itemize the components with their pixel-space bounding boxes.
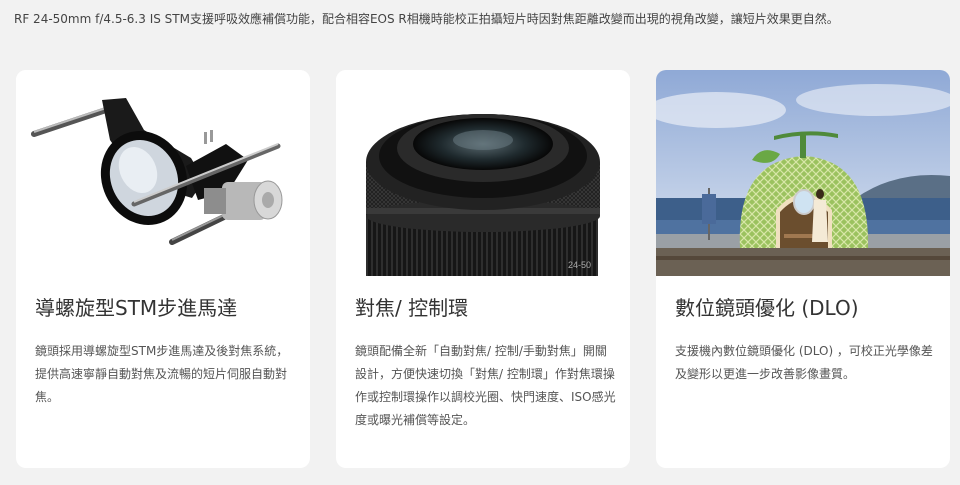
card-title: 導螺旋型STM步進馬達	[35, 296, 238, 320]
card-body: 鏡頭配備全新「自動對焦/ 控制/手動對焦」開關設計，方便快速切換「對焦/ 控制環…	[355, 344, 616, 427]
melon-bus-stop-photo	[656, 70, 950, 276]
card-body: 支援機內數位鏡頭優化 (DLO) ，可校正光學像差及變形以更進一步改善影像畫質。	[675, 344, 933, 381]
card-body: 鏡頭採用導螺旋型STM步進馬達及後對焦系統，提供高速寧靜自動對焦及流暢的短片伺服…	[35, 344, 289, 404]
card-title: 數位鏡頭優化 (DLO)	[675, 296, 859, 320]
lens-ring-photo: 24-50	[336, 70, 630, 276]
lens-marking: 24-50	[568, 260, 591, 270]
card-title: 對焦/ 控制環	[355, 296, 469, 320]
feature-card-dlo: 數位鏡頭優化 (DLO) 支援機內數位鏡頭優化 (DLO) ，可校正光學像差及變…	[656, 70, 950, 468]
stm-motor-illustration	[16, 70, 310, 276]
feature-card-control-ring: 24-50 對焦/ 控制環 鏡頭配備全新「自動對焦/ 控制/手動對焦」開關設計，…	[336, 70, 630, 468]
intro-text: RF 24-50mm f/4.5-6.3 IS STM支援呼吸效應補償功能，配合…	[14, 12, 839, 26]
feature-card-stm: 導螺旋型STM步進馬達 鏡頭採用導螺旋型STM步進馬達及後對焦系統，提供高速寧靜…	[16, 70, 310, 468]
